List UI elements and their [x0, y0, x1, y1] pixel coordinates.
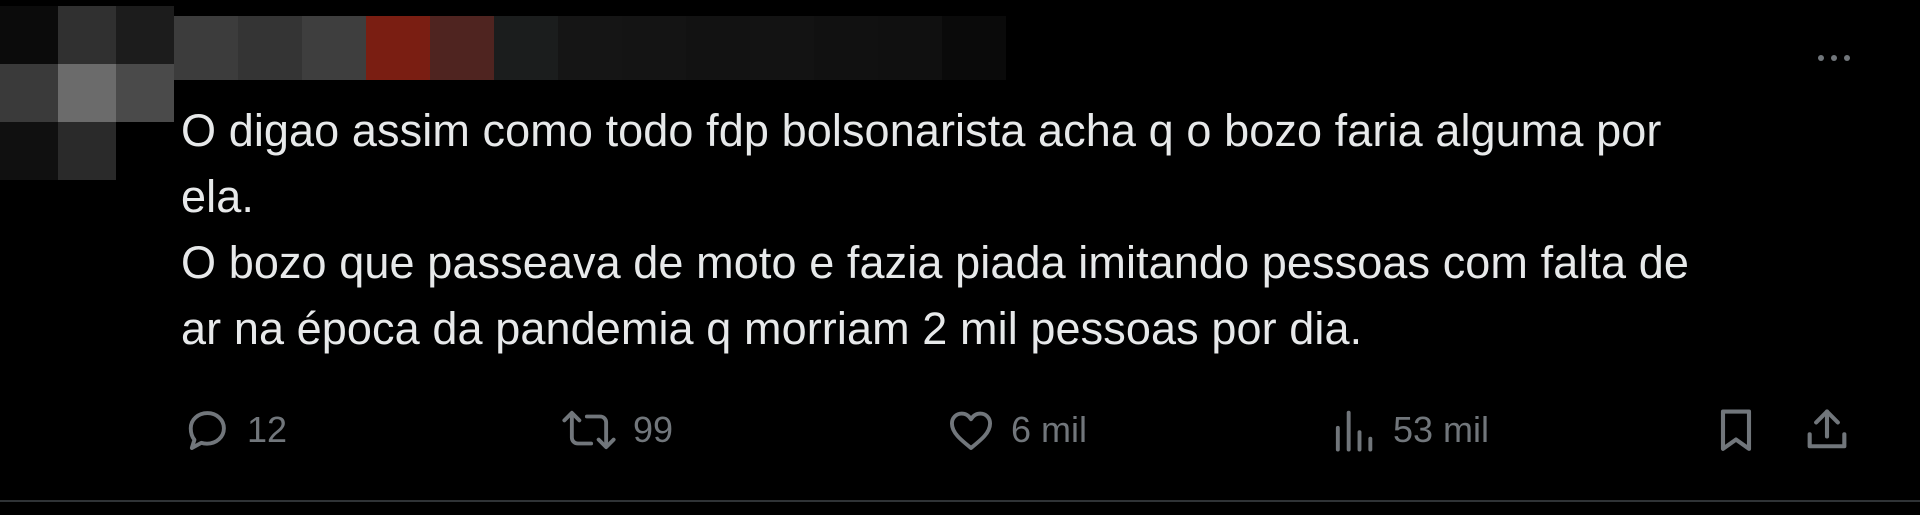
repost-count: 99: [633, 409, 674, 450]
author-name-pixelated[interactable]: [174, 16, 1006, 80]
post-text: O digao assim como todo fdp bolsonarista…: [181, 98, 1861, 362]
share-icon: [1807, 409, 1847, 449]
more-horizontal-icon-dot: [1844, 55, 1850, 61]
views-button[interactable]: 53 mil: [1327, 400, 1489, 460]
share-button[interactable]: [1801, 400, 1853, 460]
post-card: O digao assim como todo fdp bolsonarista…: [0, 0, 1920, 515]
bookmark-icon: [1720, 409, 1752, 451]
repost-icon: [562, 410, 616, 450]
reply-icon: [188, 411, 226, 450]
reply-button[interactable]: 12: [181, 400, 287, 460]
avatar[interactable]: [0, 6, 174, 180]
action-bar: 12 99 6 mil 53 mil: [181, 400, 1881, 460]
post-text-line: O bozo que passeava de moto e fazia piad…: [181, 237, 1690, 288]
bar-chart-icon: [1335, 410, 1373, 452]
more-horizontal-icon: [1818, 55, 1824, 61]
divider: [0, 500, 1920, 502]
bookmark-button[interactable]: [1710, 400, 1762, 460]
post-text-line: O digao assim como todo fdp bolsonarista…: [181, 105, 1662, 156]
like-count: 6 mil: [1011, 409, 1088, 450]
more-horizontal-icon-dot: [1831, 55, 1837, 61]
views-count: 53 mil: [1393, 409, 1490, 450]
like-button[interactable]: 6 mil: [945, 400, 1087, 460]
heart-icon: [949, 411, 993, 450]
more-options-button[interactable]: [1806, 40, 1862, 76]
repost-button[interactable]: 99: [559, 400, 673, 460]
post-text-line: ela.: [181, 171, 254, 222]
post-text-line: ar na época da pandemia q morriam 2 mil …: [181, 303, 1363, 354]
reply-count: 12: [247, 409, 288, 450]
